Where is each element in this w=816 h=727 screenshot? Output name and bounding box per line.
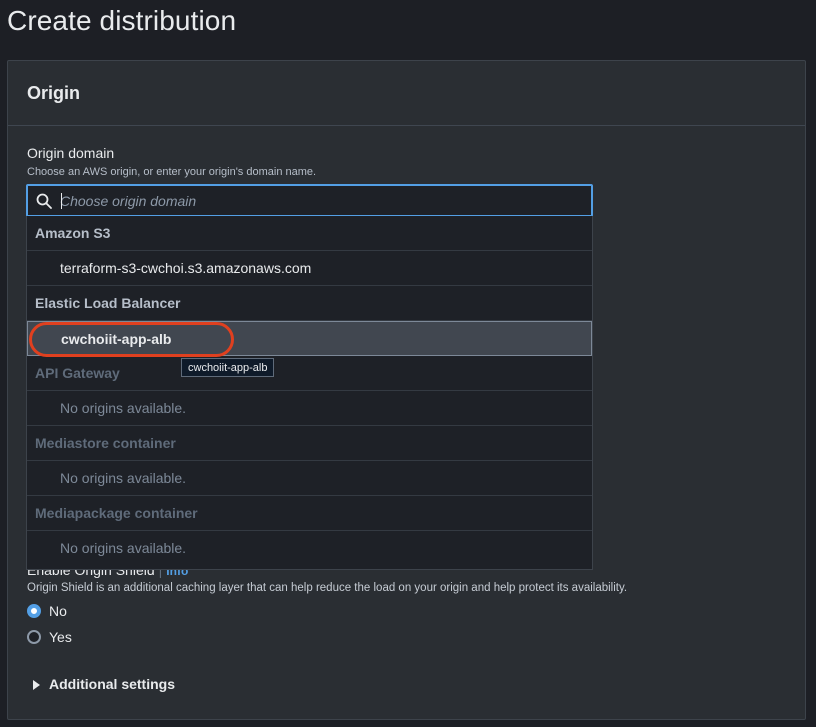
origin-shield-description: Origin Shield is an additional caching l… — [27, 582, 628, 594]
radio-button-checked[interactable] — [27, 604, 41, 618]
dropdown-group-elb: Elastic Load Balancer — [27, 286, 592, 321]
dropdown-empty-mediapackage: No origins available. — [60, 540, 187, 556]
dropdown-option-s3-bucket[interactable]: terraform-s3-cwchoi.s3.amazonaws.com — [27, 251, 592, 286]
page-title: Create distribution — [7, 5, 237, 36]
additional-settings-label: Additional settings — [49, 676, 175, 692]
search-icon — [36, 193, 52, 209]
option-tooltip: cwchoiit-app-alb — [181, 358, 275, 377]
dropdown-group-api-gateway: API Gateway — [27, 356, 592, 391]
dropdown-group-amazon-s3: Amazon S3 — [27, 216, 592, 251]
dropdown-group-mediastore: Mediastore container — [27, 426, 592, 461]
origin-domain-description: Choose an AWS origin, or enter your orig… — [27, 166, 317, 178]
radio-label-no: No — [49, 603, 67, 619]
caret-right-icon — [33, 680, 40, 690]
dropdown-option-alb[interactable]: cwchoiit-app-alb — [27, 321, 592, 356]
origin-section-title: Origin — [27, 83, 80, 103]
origin-domain-dropdown[interactable]: Amazon S3 terraform-s3-cwchoi.s3.amazona… — [26, 216, 593, 570]
origin-panel-header: Origin — [8, 61, 805, 126]
dropdown-group-mediapackage: Mediapackage container — [27, 496, 592, 531]
dropdown-empty-mediastore: No origins available. — [27, 461, 592, 496]
radio-label-yes: Yes — [49, 629, 72, 645]
origin-domain-search[interactable] — [26, 184, 593, 217]
radio-button-unchecked[interactable] — [27, 630, 41, 644]
origin-domain-label: Origin domain — [27, 145, 115, 161]
origin-panel: Origin Origin domain Choose an AWS origi… — [7, 60, 806, 720]
origin-domain-input[interactable] — [60, 190, 580, 212]
dropdown-empty-api-gateway: No origins available. — [27, 391, 592, 426]
text-caret — [61, 193, 62, 209]
